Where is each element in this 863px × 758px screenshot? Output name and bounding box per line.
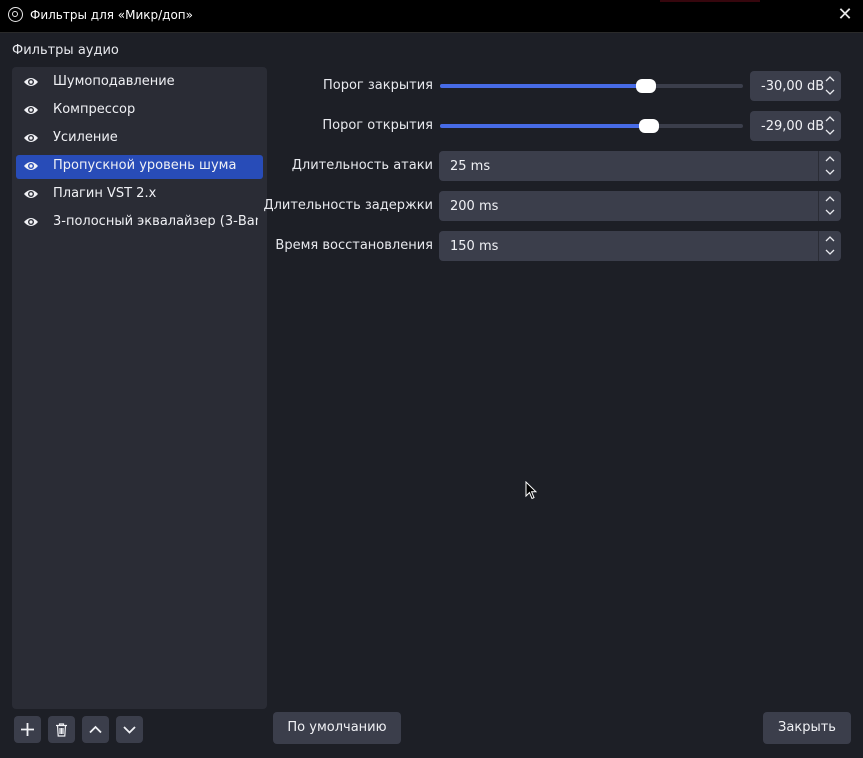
release-time-label: Время восстановления	[275, 238, 433, 253]
filter-item[interactable]: Шумоподавление	[16, 71, 263, 95]
open-threshold-slider[interactable]	[440, 119, 743, 133]
close-threshold-spinbox[interactable]: -30,00 dB	[750, 71, 841, 101]
chevron-down-icon[interactable]	[825, 167, 835, 177]
hold-time-spinbox[interactable]: 200 ms	[439, 191, 841, 221]
filter-name: 3-полосный эквалайзер (3-Band E	[53, 214, 258, 229]
chevron-up-icon[interactable]	[825, 74, 835, 84]
eye-icon[interactable]	[23, 188, 39, 200]
plus-icon	[21, 723, 34, 736]
release-time-value[interactable]: 150 ms	[450, 239, 498, 254]
hold-time-label: Длительность задержки	[263, 198, 433, 213]
eye-icon[interactable]	[23, 216, 39, 228]
background-window-accent	[660, 0, 760, 2]
filter-item[interactable]: Усиление	[16, 127, 263, 151]
slider-handle[interactable]	[639, 119, 660, 133]
filter-name: Компрессор	[53, 102, 136, 117]
slider-handle[interactable]	[636, 79, 657, 93]
attack-time-value[interactable]: 25 ms	[450, 159, 490, 174]
open-threshold-label: Порог открытия	[322, 118, 433, 133]
chevron-up-icon[interactable]	[825, 154, 835, 164]
obs-logo-icon	[8, 7, 23, 22]
move-up-button[interactable]	[82, 716, 109, 743]
filter-name: Пропускной уровень шума	[53, 158, 237, 173]
filter-item[interactable]: Пропускной уровень шума	[16, 155, 263, 179]
eye-icon[interactable]	[23, 160, 39, 172]
title-bar: Фильтры для «Микр/доп» ✕	[0, 0, 863, 33]
filter-item[interactable]: Плагин VST 2.x	[16, 183, 263, 207]
attack-time-label: Длительность атаки	[291, 158, 433, 173]
audio-filters-label: Фильтры аудио	[12, 43, 119, 58]
filter-name: Плагин VST 2.x	[53, 186, 157, 201]
move-down-button[interactable]	[116, 716, 143, 743]
close-button[interactable]: Закрыть	[763, 712, 851, 744]
chevron-down-icon[interactable]	[825, 127, 835, 137]
filter-list[interactable]: Шумоподавление Компрессор Усиление Пропускн…	[12, 67, 267, 709]
release-time-spinbox[interactable]: 150 ms	[439, 231, 841, 261]
eye-icon[interactable]	[23, 132, 39, 144]
mouse-cursor-icon	[525, 481, 537, 500]
close-icon[interactable]: ✕	[835, 5, 855, 25]
trash-icon	[56, 723, 67, 737]
defaults-button[interactable]: По умолчанию	[273, 712, 401, 744]
chevron-down-icon	[123, 726, 136, 734]
open-threshold-spinbox[interactable]: -29,00 dB	[750, 111, 841, 141]
filter-item[interactable]: 3-полосный эквалайзер (3-Band E	[16, 211, 263, 235]
close-threshold-slider[interactable]	[440, 79, 743, 93]
add-filter-button[interactable]	[14, 716, 41, 743]
chevron-up-icon	[89, 725, 102, 734]
open-threshold-value[interactable]: -29,00 dB	[761, 119, 824, 134]
chevron-down-icon[interactable]	[825, 87, 835, 97]
filter-item[interactable]: Компрессор	[16, 99, 263, 123]
chevron-down-icon[interactable]	[825, 247, 835, 257]
filter-name: Шумоподавление	[53, 74, 175, 89]
eye-icon[interactable]	[23, 76, 39, 88]
slider-fill	[440, 84, 647, 88]
attack-time-spinbox[interactable]: 25 ms	[439, 151, 841, 181]
chevron-up-icon[interactable]	[825, 114, 835, 124]
eye-icon[interactable]	[23, 104, 39, 116]
slider-fill	[440, 124, 650, 128]
window-title: Фильтры для «Микр/доп»	[30, 8, 193, 22]
chevron-down-icon[interactable]	[825, 207, 835, 217]
chevron-up-icon[interactable]	[825, 194, 835, 204]
chevron-up-icon[interactable]	[825, 234, 835, 244]
filter-name: Усиление	[53, 130, 118, 145]
remove-filter-button[interactable]	[48, 716, 75, 743]
close-threshold-value[interactable]: -30,00 dB	[761, 79, 824, 94]
hold-time-value[interactable]: 200 ms	[450, 199, 498, 214]
close-threshold-label: Порог закрытия	[323, 78, 433, 93]
